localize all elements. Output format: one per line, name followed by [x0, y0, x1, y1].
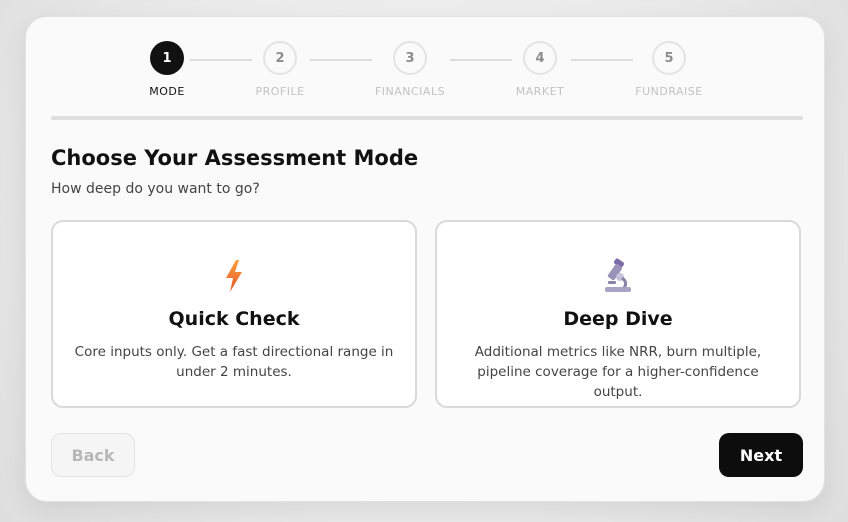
step-profile[interactable]: 2 PROFILE [220, 41, 340, 98]
step-label: FINANCIALS [374, 85, 446, 98]
microscope-icon [437, 258, 799, 294]
step-number: 4 [523, 41, 557, 75]
step-number: 3 [393, 41, 427, 75]
lightning-bolt-icon [53, 258, 415, 294]
option-description: Additional metrics like NRR, burn multip… [474, 344, 762, 400]
step-fundraise[interactable]: 5 FUNDRAISE [609, 41, 729, 98]
step-number: 1 [150, 41, 184, 75]
page-subtitle: How deep do you want to go? [51, 181, 260, 197]
quick-check-option[interactable]: Quick Check Core inputs only. Get a fast… [51, 220, 417, 408]
step-market[interactable]: 4 MARKET [480, 41, 600, 98]
step-mode[interactable]: 1 MODE [107, 41, 227, 98]
option-title: Deep Dive [563, 308, 673, 330]
assessment-wizard-card: 1 MODE 2 PROFILE 3 FINANCIALS 4 MARKET 5… [25, 16, 825, 502]
step-label: FUNDRAISE [635, 85, 703, 98]
step-number: 5 [652, 41, 686, 75]
stepper: 1 MODE 2 PROFILE 3 FINANCIALS 4 MARKET 5… [26, 17, 824, 127]
step-label: MARKET [515, 85, 565, 98]
page-title: Choose Your Assessment Mode [51, 146, 419, 170]
step-number: 2 [263, 41, 297, 75]
step-label: PROFILE [255, 85, 305, 98]
progress-track [51, 116, 803, 120]
option-title: Quick Check [168, 308, 300, 330]
option-description: Core inputs only. Get a fast directional… [74, 344, 394, 380]
step-label: MODE [149, 85, 185, 98]
next-button[interactable]: Next [719, 433, 803, 477]
deep-dive-option[interactable]: Deep Dive Additional metrics like NRR, b… [435, 220, 801, 408]
back-button[interactable]: Back [51, 433, 135, 477]
step-financials[interactable]: 3 FINANCIALS [350, 41, 470, 98]
